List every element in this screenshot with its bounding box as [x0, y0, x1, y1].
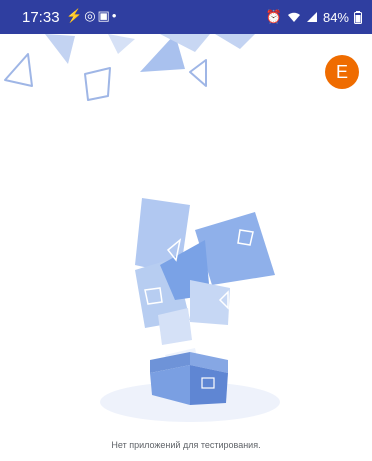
status-notification-icons: ⚡◎▣•: [66, 8, 118, 24]
battery-percentage: 84%: [322, 9, 349, 25]
header-decoration: [4, 34, 255, 101]
battery-icon: [354, 10, 362, 24]
empty-state-message: Нет приложений для тестирования.: [111, 440, 261, 450]
notification-flash-icon: ⚡: [66, 8, 85, 23]
check-circle-icon: ◎: [84, 8, 98, 23]
profile-avatar[interactable]: E: [325, 55, 359, 89]
status-bar: 17:33 ⚡◎▣• ⏰ 84%: [0, 0, 372, 34]
status-system-icons: ⏰ 84%: [266, 9, 362, 25]
status-time: 17:33: [22, 9, 60, 26]
empty-state-illustration: [100, 198, 280, 422]
alarm-icon: ⏰: [265, 9, 282, 24]
wifi-icon: [287, 12, 300, 22]
dot-icon: •: [111, 8, 119, 23]
image-icon: ▣: [97, 8, 112, 23]
signal-icon: [306, 12, 317, 22]
